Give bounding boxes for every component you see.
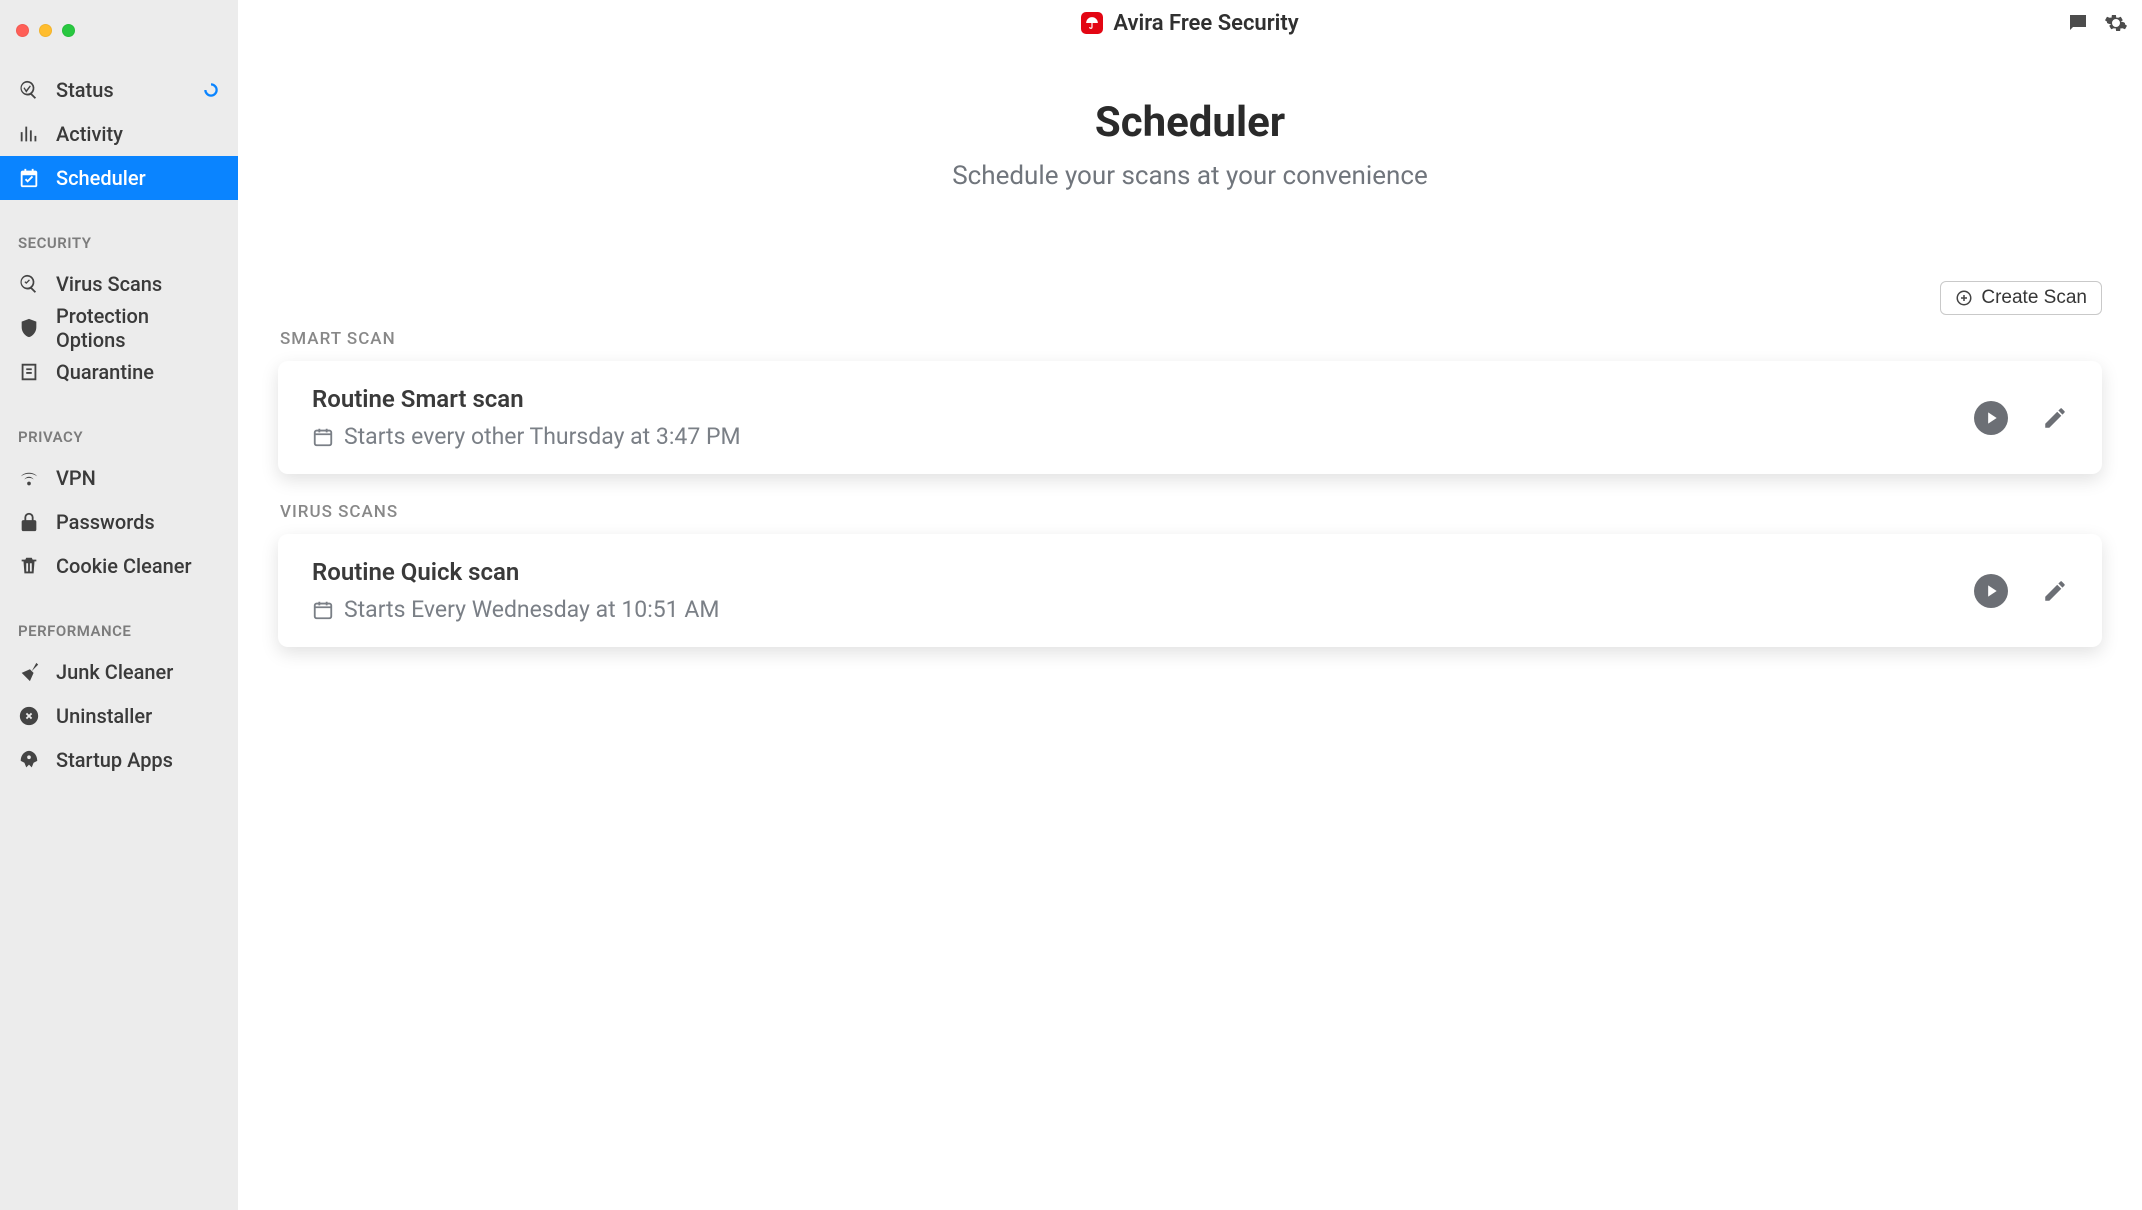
main-content: Avira Free Security Scheduler Schedule y…	[238, 0, 2142, 1210]
create-scan-label: Create Scan	[1981, 287, 2087, 309]
activity-icon	[18, 123, 40, 145]
sidebar-item-uninstaller[interactable]: Uninstaller	[0, 694, 238, 738]
sidebar-item-label: Virus Scans	[56, 272, 162, 296]
page-subtitle: Schedule your scans at your convenience	[278, 161, 2102, 191]
window-maximize-button[interactable]	[62, 24, 75, 37]
trash-icon	[18, 555, 40, 577]
sidebar-item-activity[interactable]: Activity	[0, 112, 238, 156]
sidebar-item-label: Scheduler	[56, 166, 146, 190]
sidebar-item-virus-scans[interactable]: Virus Scans	[0, 262, 238, 306]
sidebar-item-vpn[interactable]: VPN	[0, 456, 238, 500]
window-close-button[interactable]	[16, 24, 29, 37]
sidebar-item-passwords[interactable]: Passwords	[0, 500, 238, 544]
scan-card-title: Routine Smart scan	[312, 385, 1974, 413]
app-title: Avira Free Security	[1113, 11, 1298, 36]
scan-card-smart: Routine Smart scan Starts every other Th…	[278, 361, 2102, 474]
page-title: Scheduler	[278, 98, 2102, 147]
feedback-button[interactable]	[2066, 11, 2090, 35]
sync-spinner-icon	[202, 81, 220, 99]
scan-card-quick: Routine Quick scan Starts Every Wednesda…	[278, 534, 2102, 647]
settings-button[interactable]	[2104, 11, 2128, 35]
wifi-icon	[18, 467, 40, 489]
status-icon	[18, 79, 40, 101]
sidebar-item-label: Quarantine	[56, 360, 154, 384]
sidebar-item-label: Uninstaller	[56, 704, 152, 728]
group-header-smart-scan: SMART SCAN	[280, 329, 2102, 349]
shield-check-icon	[18, 317, 40, 339]
app-logo-icon	[1081, 12, 1103, 34]
app-window: Status Activity Scheduler SECURITY Virus…	[0, 0, 2142, 1210]
sidebar-section-performance: PERFORMANCE	[0, 622, 238, 640]
quarantine-icon	[18, 361, 40, 383]
calendar-icon	[312, 599, 334, 621]
edit-scan-button[interactable]	[2042, 405, 2068, 431]
window-minimize-button[interactable]	[39, 24, 52, 37]
calendar-icon	[312, 426, 334, 448]
sidebar-item-label: VPN	[56, 466, 96, 490]
sidebar-item-label: Junk Cleaner	[56, 660, 173, 684]
macos-traffic-lights	[0, 14, 238, 46]
broom-icon	[18, 661, 40, 683]
lock-icon	[18, 511, 40, 533]
sidebar-item-scheduler[interactable]: Scheduler	[0, 156, 238, 200]
titlebar: Avira Free Security	[238, 0, 2142, 46]
plus-circle-icon	[1955, 289, 1973, 307]
sidebar-item-cookie-cleaner[interactable]: Cookie Cleaner	[0, 544, 238, 588]
sidebar-item-label: Status	[56, 78, 114, 102]
sidebar-item-label: Activity	[56, 122, 123, 146]
x-circle-icon	[18, 705, 40, 727]
group-header-virus-scans: VIRUS SCANS	[280, 502, 2102, 522]
sidebar-section-security: SECURITY	[0, 234, 238, 252]
sidebar-item-label: Protection Options	[56, 304, 220, 352]
edit-scan-button[interactable]	[2042, 578, 2068, 604]
sidebar-item-quarantine[interactable]: Quarantine	[0, 350, 238, 394]
sidebar: Status Activity Scheduler SECURITY Virus…	[0, 0, 238, 1210]
scan-card-schedule: Starts every other Thursday at 3:47 PM	[344, 423, 741, 450]
scan-card-title: Routine Quick scan	[312, 558, 1974, 586]
run-scan-button[interactable]	[1974, 574, 2008, 608]
sidebar-item-protection-options[interactable]: Protection Options	[0, 306, 238, 350]
sidebar-item-status[interactable]: Status	[0, 68, 238, 112]
run-scan-button[interactable]	[1974, 401, 2008, 435]
rocket-icon	[18, 749, 40, 771]
scan-card-schedule: Starts Every Wednesday at 10:51 AM	[344, 596, 719, 623]
sidebar-item-startup-apps[interactable]: Startup Apps	[0, 738, 238, 782]
create-scan-button[interactable]: Create Scan	[1940, 281, 2102, 315]
sidebar-item-junk-cleaner[interactable]: Junk Cleaner	[0, 650, 238, 694]
sidebar-item-label: Passwords	[56, 510, 155, 534]
sidebar-item-label: Cookie Cleaner	[56, 554, 192, 578]
magnify-check-icon	[18, 273, 40, 295]
scheduler-icon	[18, 167, 40, 189]
sidebar-item-label: Startup Apps	[56, 748, 173, 772]
sidebar-section-privacy: PRIVACY	[0, 428, 238, 446]
